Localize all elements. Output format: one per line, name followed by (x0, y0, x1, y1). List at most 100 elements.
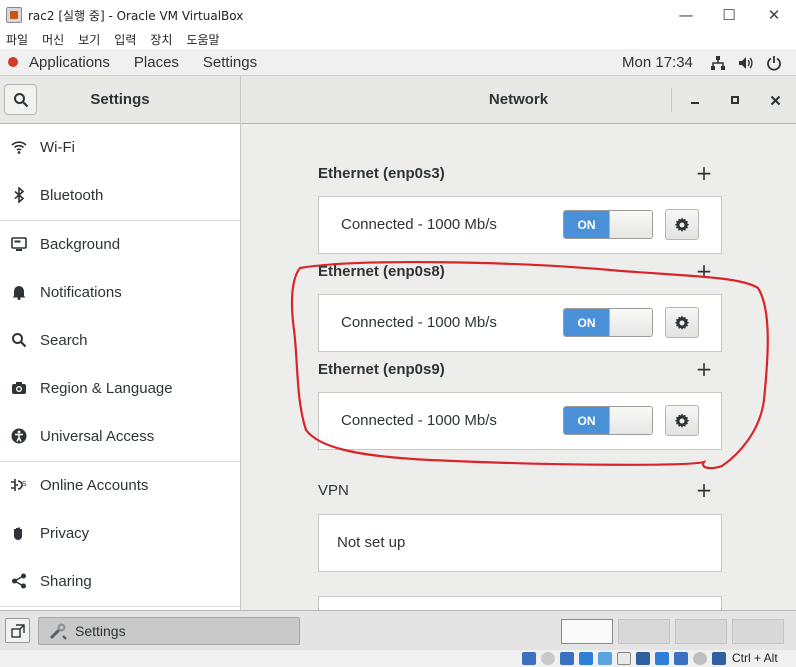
task-label: Settings (75, 623, 126, 639)
connection-settings-button[interactable] (665, 405, 699, 436)
sidebar-item-background[interactable]: Background (0, 222, 240, 266)
close-icon (770, 95, 780, 105)
show-desktop-icon (10, 623, 25, 638)
toggle-on-label: ON (564, 407, 609, 434)
add-vpn-button[interactable]: + (694, 480, 714, 500)
sidebar-item-label: Wi-Fi (40, 138, 75, 156)
audio-icon[interactable] (560, 652, 574, 665)
close-button[interactable] (763, 88, 787, 112)
background-icon (10, 235, 28, 253)
connection-toggle[interactable]: ON (563, 406, 653, 435)
ethernet-card: Connected - 1000 Mb/s ON (318, 392, 722, 450)
host-key-label: Ctrl + Alt (732, 651, 778, 665)
connection-status: Connected - 1000 Mb/s (341, 314, 497, 331)
camera-icon (10, 379, 28, 397)
sidebar-item-label: Search (40, 331, 88, 349)
add-connection-button[interactable]: + (694, 163, 714, 183)
minimize-button[interactable] (683, 88, 707, 112)
sidebar-item-sharing[interactable]: Sharing (0, 559, 240, 603)
settings-tools-icon (47, 620, 69, 642)
gear-icon (674, 413, 690, 428)
disk-icon[interactable] (522, 652, 536, 665)
menu-machine[interactable]: 머신 (42, 31, 64, 48)
connection-status: Connected - 1000 Mb/s (341, 216, 497, 233)
shared-folder-icon[interactable] (617, 652, 631, 665)
workspace-2[interactable] (618, 619, 670, 644)
toggle-on-label: ON (564, 309, 609, 336)
usb-icon[interactable] (598, 652, 612, 665)
sidebar-item-region-language[interactable]: Region & Language (0, 366, 240, 410)
connection-toggle[interactable]: ON (563, 308, 653, 337)
window-title: rac2 [실행 중] - Oracle VM VirtualBox (28, 8, 244, 23)
volume-icon[interactable] (736, 53, 756, 73)
workspace-1[interactable] (561, 619, 613, 644)
settings-app-menu[interactable]: Settings (203, 54, 257, 71)
vpn-status: Not set up (337, 534, 406, 551)
sidebar-divider (0, 461, 240, 462)
workspace-4[interactable] (732, 619, 784, 644)
bell-icon (10, 283, 28, 301)
header-separator (671, 88, 672, 112)
places-menu[interactable]: Places (134, 54, 179, 71)
display-icon[interactable] (636, 652, 650, 665)
vbox-statusbar: Ctrl + Alt (0, 650, 796, 667)
sidebar-item-notifications[interactable]: Notifications (0, 270, 240, 314)
sidebar-item-label: Background (40, 235, 121, 253)
recording-icon[interactable] (655, 652, 669, 665)
clock[interactable]: Mon 17:34 (622, 54, 693, 71)
sidebar-item-bluetooth[interactable]: Bluetooth (0, 173, 240, 217)
menu-input[interactable]: 입력 (114, 31, 136, 48)
sidebar-item-label: Privacy (40, 524, 90, 542)
settings-headerbar: Settings Network (0, 76, 796, 124)
workspace-3[interactable] (675, 619, 727, 644)
menu-view[interactable]: 보기 (78, 31, 100, 48)
power-icon[interactable] (764, 53, 784, 73)
show-desktop-button[interactable] (5, 618, 30, 643)
sidebar-item-label: Universal Access (40, 427, 155, 445)
keyboard-icon[interactable] (712, 652, 726, 665)
connection-settings-button[interactable] (665, 307, 699, 338)
maximize-button[interactable] (723, 88, 747, 112)
ethernet-card: Connected - 1000 Mb/s ON (318, 196, 722, 254)
sidebar-item-wifi[interactable]: Wi-Fi (0, 125, 240, 169)
applications-icon (8, 57, 18, 67)
connection-settings-button[interactable] (665, 209, 699, 240)
connection-status: Connected - 1000 Mb/s (341, 412, 497, 429)
sidebar-item-search[interactable]: Search (0, 318, 240, 362)
cpu-icon[interactable] (674, 652, 688, 665)
task-settings[interactable]: Settings (38, 617, 300, 645)
sidebar-item-privacy[interactable]: Privacy (0, 511, 240, 555)
vpn-title: VPN (318, 482, 349, 499)
window-close-button[interactable]: ✕ (751, 0, 796, 30)
window-maximize-button[interactable]: ☐ (706, 0, 752, 30)
vbox-titlebar: rac2 [실행 중] - Oracle VM VirtualBox — ☐ ✕ (0, 0, 796, 30)
applications-menu[interactable]: Applications (29, 54, 110, 71)
optical-icon[interactable] (541, 652, 555, 665)
vpn-card: Not set up (318, 514, 722, 572)
add-connection-button[interactable]: + (694, 359, 714, 379)
mouse-icon[interactable] (693, 652, 707, 665)
settings-sidebar: Wi-Fi Bluetooth Background Notifications… (0, 124, 241, 610)
sidebar-divider (0, 220, 240, 221)
virtualbox-icon (6, 7, 22, 23)
section-title: Ethernet (enp0s8) (318, 263, 445, 280)
hand-icon (10, 524, 28, 542)
window-minimize-button[interactable]: — (663, 0, 709, 30)
network-tray-icon[interactable] (708, 53, 728, 73)
network-icon[interactable] (579, 652, 593, 665)
sidebar-item-universal-access[interactable]: Universal Access (0, 414, 240, 458)
gnome-topbar: Applications Places Settings Mon 17:34 (0, 49, 796, 76)
gear-icon (674, 217, 690, 232)
add-connection-button[interactable]: + (694, 261, 714, 281)
sidebar-item-label: Sharing (40, 572, 92, 590)
menu-devices[interactable]: 장치 (150, 31, 172, 48)
menu-file[interactable]: 파일 (6, 31, 28, 48)
menu-help[interactable]: 도움말 (186, 31, 219, 48)
share-icon (10, 572, 28, 590)
online-accounts-icon: S (10, 476, 28, 494)
bluetooth-icon (10, 186, 28, 204)
connection-toggle[interactable]: ON (563, 210, 653, 239)
toggle-knob (609, 309, 652, 336)
sidebar-item-label: Bluetooth (40, 186, 104, 204)
sidebar-item-online-accounts[interactable]: S Online Accounts (0, 463, 240, 507)
